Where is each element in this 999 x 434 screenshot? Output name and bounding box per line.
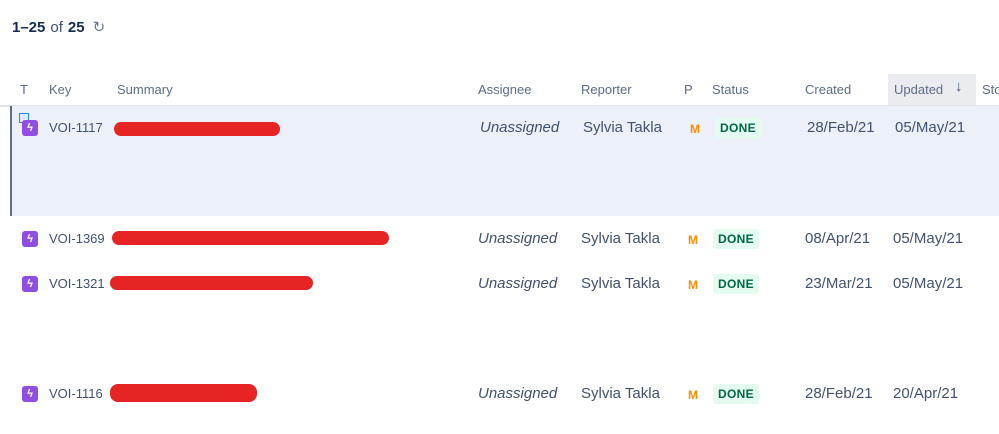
updated-cell: 20/Apr/21 [893, 385, 959, 402]
created-cell: 08/Apr/21 [805, 230, 871, 247]
created-cell: 28/Feb/21 [807, 119, 875, 136]
issue-key-link[interactable]: VOI-1369 [49, 231, 105, 246]
issue-key-link[interactable]: VOI-1117 [49, 120, 103, 135]
column-type[interactable]: T [20, 82, 28, 97]
column-assignee[interactable]: Assignee [478, 82, 531, 97]
status-badge: DONE [713, 229, 759, 249]
priority-medium: M [688, 388, 698, 402]
priority-medium: M [690, 122, 700, 136]
column-updated-label: Updated [894, 82, 944, 97]
priority-medium: M [688, 278, 698, 292]
column-reporter[interactable]: Reporter [581, 82, 632, 97]
pagination-summary: 1–25 of 25 ↻ [12, 18, 106, 37]
redacted-summary [110, 276, 313, 290]
issue-key-link[interactable]: VOI-1116 [49, 386, 103, 401]
assignee-cell: Unassigned [480, 119, 560, 136]
table-row[interactable]: ϟ VOI-1369 Unassigned Sylvia Takla M DON… [10, 217, 999, 261]
reporter-cell: Sylvia Takla [581, 230, 660, 247]
reporter-cell: Sylvia Takla [583, 119, 662, 136]
table-row[interactable]: ϟ VOI-1117 Unassigned Sylvia Takla M DON… [10, 106, 999, 216]
epic-icon: ϟ [22, 386, 38, 402]
updated-cell: 05/May/21 [893, 230, 964, 247]
refresh-icon[interactable]: ↻ [93, 18, 106, 36]
redacted-summary [110, 384, 257, 402]
redacted-summary [112, 231, 389, 245]
assignee-cell: Unassigned [478, 385, 558, 402]
of-label: of [50, 18, 63, 36]
column-summary[interactable]: Summary [117, 82, 173, 97]
updated-cell: 05/May/21 [893, 275, 964, 292]
assignee-cell: Unassigned [478, 230, 558, 247]
created-cell: 28/Feb/21 [805, 385, 873, 402]
epic-icon: ϟ [22, 120, 38, 136]
redacted-summary [114, 122, 280, 136]
table-header: T Key Summary Assignee Reporter P Status… [0, 74, 999, 107]
issue-key-link[interactable]: VOI-1321 [49, 276, 105, 291]
priority-medium: M [688, 233, 698, 247]
column-created[interactable]: Created [805, 82, 851, 97]
column-key[interactable]: Key [49, 82, 71, 97]
table-row[interactable]: ϟ VOI-1116 Unassigned Sylvia Takla M DON… [10, 373, 999, 417]
total-label: 25 [67, 18, 85, 36]
column-updated[interactable]: Updated ↓ [888, 74, 976, 105]
sort-descending-icon: ↓ [955, 78, 963, 95]
assignee-cell: Unassigned [478, 275, 558, 292]
column-status[interactable]: Status [712, 82, 749, 97]
table-row[interactable]: ϟ VOI-1321 Unassigned Sylvia Takla M DON… [10, 262, 999, 372]
updated-cell: 05/May/21 [895, 119, 966, 136]
reporter-cell: Sylvia Takla [581, 275, 660, 292]
column-priority[interactable]: P [684, 82, 693, 97]
status-badge: DONE [713, 384, 759, 404]
epic-icon: ϟ [22, 276, 38, 292]
status-badge: DONE [713, 274, 759, 294]
status-badge: DONE [715, 118, 761, 138]
range-label: 1–25 [12, 18, 46, 36]
column-story[interactable]: Sto [982, 82, 999, 97]
reporter-cell: Sylvia Takla [581, 385, 660, 402]
epic-icon: ϟ [22, 231, 38, 247]
created-cell: 23/Mar/21 [805, 275, 873, 292]
